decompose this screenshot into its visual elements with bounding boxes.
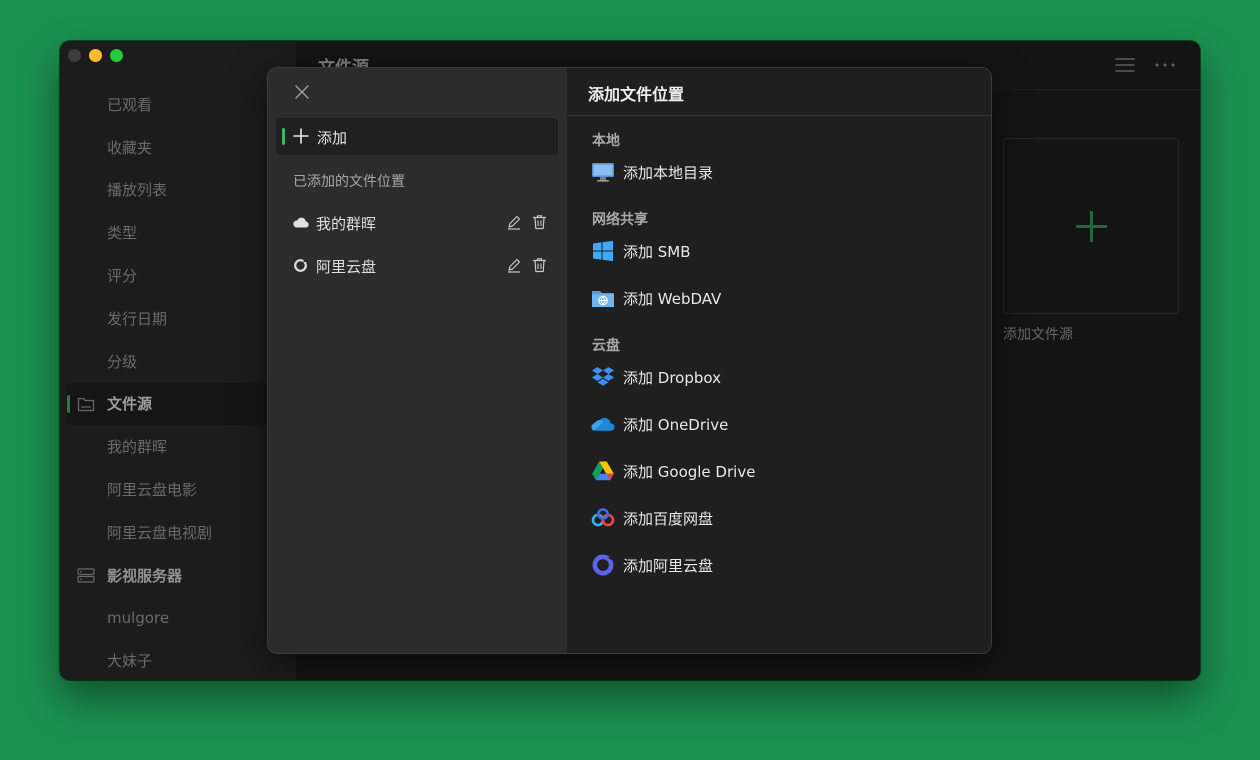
option-label: 添加阿里云盘 <box>623 556 714 575</box>
add-onedrive-option[interactable]: 添加 OneDrive <box>591 410 728 438</box>
monitor-icon <box>592 163 614 182</box>
dropbox-icon <box>592 367 614 386</box>
window-close-button[interactable] <box>68 49 81 62</box>
divider <box>567 115 991 116</box>
add-location-button[interactable]: 添加 <box>276 118 558 155</box>
active-indicator <box>282 128 285 145</box>
add-aliyun-drive-option[interactable]: 添加阿里云盘 <box>591 551 713 579</box>
onedrive-icon <box>591 417 615 431</box>
add-local-directory-option[interactable]: 添加本地目录 <box>591 158 713 186</box>
window-minimize-button[interactable] <box>89 49 102 62</box>
add-label: 添加 <box>317 129 348 147</box>
group-title-local: 本地 <box>592 133 620 149</box>
baidu-netdisk-icon <box>591 508 615 527</box>
cloud-icon <box>293 217 309 228</box>
trash-icon[interactable] <box>532 257 547 273</box>
group-title-network-share: 网络共享 <box>592 212 648 228</box>
add-google-drive-option[interactable]: 添加 Google Drive <box>591 457 755 485</box>
location-item-synology[interactable]: 我的群晖 <box>268 202 567 244</box>
location-item-aliyun[interactable]: 阿里云盘 <box>268 245 567 287</box>
add-baidu-netdisk-option[interactable]: 添加百度网盘 <box>591 504 713 532</box>
window-controls <box>68 49 123 62</box>
aliyun-icon <box>294 259 307 272</box>
aliyun-drive-icon <box>592 554 614 576</box>
option-label: 添加 WebDAV <box>623 289 722 308</box>
trash-icon[interactable] <box>532 214 547 230</box>
google-drive-icon <box>592 461 614 481</box>
option-label: 添加本地目录 <box>623 163 714 182</box>
edit-icon[interactable] <box>506 257 522 273</box>
close-icon[interactable] <box>291 81 313 103</box>
option-label: 添加 Dropbox <box>623 368 721 387</box>
add-location-modal: 添加 已添加的文件位置 我的群晖 阿里云盘 添加文件位置 本地 添加本地目录 网… <box>267 67 992 654</box>
add-smb-option[interactable]: 添加 SMB <box>591 237 691 265</box>
add-webdav-option[interactable]: 添加 WebDAV <box>591 284 721 312</box>
windows-icon <box>593 240 613 262</box>
plus-icon <box>293 128 309 144</box>
option-label: 添加 SMB <box>623 242 691 261</box>
option-label: 添加 Google Drive <box>623 462 756 481</box>
group-title-cloud: 云盘 <box>592 338 620 354</box>
app-window: 已观看 收藏夹 播放列表 类型 评分 发行日期 分级 文件源 我的群晖 阿里云盘… <box>60 41 1200 680</box>
location-name: 我的群晖 <box>316 215 377 233</box>
webdav-folder-icon <box>592 291 614 307</box>
modal-left-pane: 添加 已添加的文件位置 我的群晖 阿里云盘 <box>268 68 568 653</box>
edit-icon[interactable] <box>506 214 522 230</box>
option-label: 添加百度网盘 <box>623 509 714 528</box>
modal-title: 添加文件位置 <box>588 85 685 104</box>
add-dropbox-option[interactable]: 添加 Dropbox <box>591 363 721 391</box>
modal-right-pane: 添加文件位置 本地 添加本地目录 网络共享 添加 SMB 添加 WebDAV 云… <box>567 68 991 653</box>
location-name: 阿里云盘 <box>316 258 377 276</box>
option-label: 添加 OneDrive <box>623 415 729 434</box>
added-locations-title: 已添加的文件位置 <box>293 174 405 190</box>
window-maximize-button[interactable] <box>110 49 123 62</box>
